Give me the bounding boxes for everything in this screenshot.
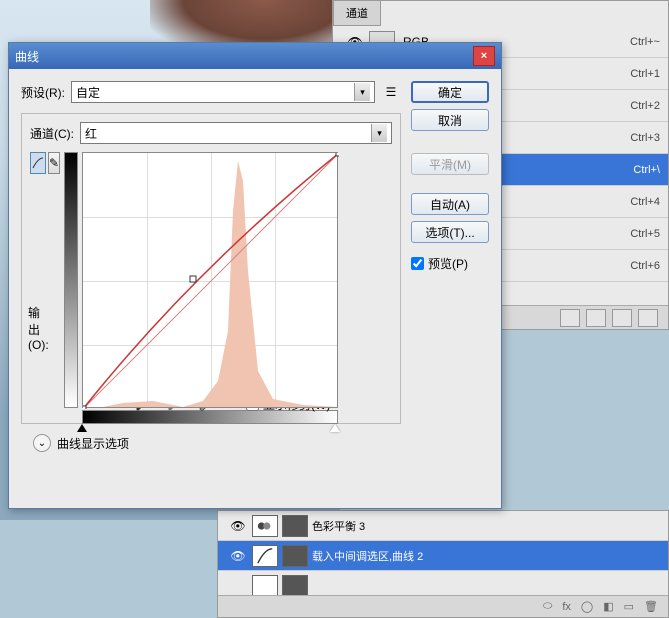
visibility-icon[interactable]: 👁: [224, 519, 252, 533]
layer-row-selected[interactable]: 👁 载入中间调选区,曲线 2: [218, 541, 668, 571]
layer-name: 载入中间调选区,曲线 2: [312, 548, 662, 564]
adjustment-icon[interactable]: ◧: [603, 600, 613, 613]
layer-name: 色彩平衡 3: [312, 518, 662, 534]
auto-button[interactable]: 自动(A): [411, 193, 489, 215]
curve-editor: 通道(C): 红 ▾ ✎: [21, 113, 401, 424]
chevron-down-icon: ▾: [354, 83, 370, 101]
new-channel-icon[interactable]: [612, 309, 632, 327]
preset-combo[interactable]: 自定 ▾: [71, 81, 375, 103]
channels-tab[interactable]: 通道: [333, 1, 381, 26]
adjustment-thumb: [252, 545, 278, 567]
fx-icon[interactable]: fx: [562, 601, 571, 613]
mask-thumb: [282, 545, 308, 567]
mask-icon[interactable]: ◯: [581, 600, 593, 613]
load-selection-icon[interactable]: [560, 309, 580, 327]
channel-value: 红: [85, 125, 97, 142]
close-button[interactable]: ×: [473, 46, 495, 66]
link-icon[interactable]: ⬭: [543, 600, 552, 613]
preview-input[interactable]: [411, 257, 424, 270]
preset-value: 自定: [76, 84, 100, 101]
smooth-button: 平滑(M): [411, 153, 489, 175]
expand-label: 曲线显示选项: [57, 435, 129, 452]
dialog-title: 曲线: [15, 48, 473, 65]
curve-line: [83, 153, 339, 409]
layers-panel-footer: ⬭ fx ◯ ◧ ▭ 🗑: [218, 595, 668, 617]
cancel-button[interactable]: 取消: [411, 109, 489, 131]
visibility-icon[interactable]: 👁: [224, 549, 252, 563]
ok-button[interactable]: 确定: [411, 81, 489, 103]
dialog-titlebar[interactable]: 曲线 ×: [9, 43, 501, 69]
layers-panel: 👁 色彩平衡 3 👁 载入中间调选区,曲线 2 ⬭ fx ◯ ◧ ▭ 🗑: [217, 510, 669, 618]
new-layer-icon[interactable]: ▭: [624, 600, 634, 613]
channel-label: 通道(C):: [30, 125, 74, 142]
mask-thumb: [282, 515, 308, 537]
preview-checkbox[interactable]: 预览(P): [411, 255, 489, 272]
delete-channel-icon[interactable]: [638, 309, 658, 327]
preset-label: 预设(R):: [21, 84, 65, 101]
save-selection-icon[interactable]: [586, 309, 606, 327]
curve-graph[interactable]: [82, 152, 338, 408]
curve-point-tool[interactable]: [30, 152, 46, 174]
input-sliders[interactable]: [82, 424, 338, 434]
expand-options-button[interactable]: ⌄: [33, 434, 51, 452]
adjustment-thumb: [252, 515, 278, 537]
layer-row[interactable]: 👁 色彩平衡 3: [218, 511, 668, 541]
output-gradient: [64, 152, 78, 408]
channel-shortcut: Ctrl+~: [630, 36, 660, 48]
preset-options-icon[interactable]: ☰: [381, 82, 401, 102]
curve-pencil-tool[interactable]: ✎: [48, 152, 60, 174]
curves-dialog: 曲线 × 预设(R): 自定 ▾ ☰ 通道(C): 红 ▾: [8, 42, 502, 509]
trash-icon[interactable]: 🗑: [644, 600, 658, 613]
channel-combo[interactable]: 红 ▾: [80, 122, 392, 144]
chevron-down-icon: ▾: [371, 124, 387, 142]
options-button[interactable]: 选项(T)...: [411, 221, 489, 243]
